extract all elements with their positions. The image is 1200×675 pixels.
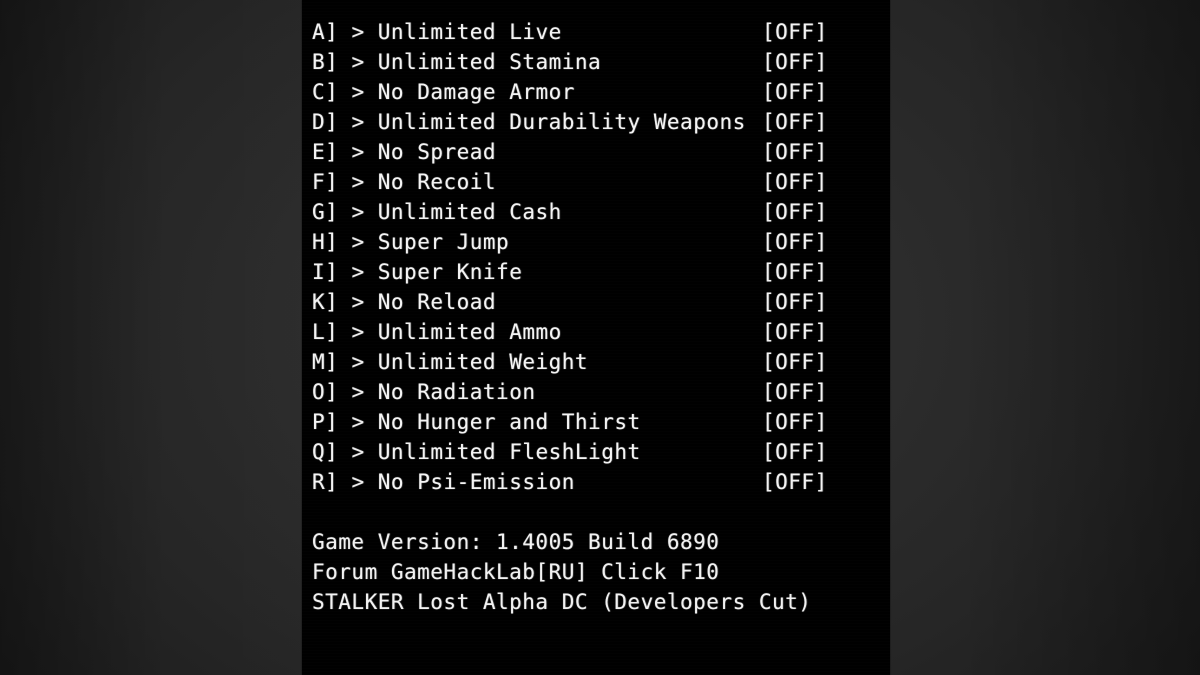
desktop-backdrop: A] > Unlimited Live [OFF] B] > Unlimited S… [0,0,1200,675]
cheat-row[interactable]: H] > Super Jump [OFF] [312,227,890,257]
cheat-label: No Reload [377,290,497,314]
cheat-hotkey: O] [312,380,339,404]
chevron-right-icon: > [351,110,365,134]
cheat-row[interactable]: O] > No Radiation [OFF] [312,377,890,407]
cheat-label: Unlimited Durability Weapons [377,110,746,134]
cheat-row[interactable]: L] > Unlimited Ammo [OFF] [312,317,890,347]
chevron-right-icon: > [351,170,365,194]
cheat-hotkey: L] [312,320,339,344]
cheat-row[interactable]: B] > Unlimited Stamina [OFF] [312,47,890,77]
cheat-list: A] > Unlimited Live [OFF] B] > Unlimited S… [312,17,890,497]
cheat-status-badge[interactable]: [OFF] [762,377,828,407]
cheat-status-badge[interactable]: [OFF] [762,257,828,287]
cheat-row[interactable]: K] > No Reload [OFF] [312,287,890,317]
cheat-hotkey: C] [312,80,339,104]
cheat-status-badge[interactable]: [OFF] [762,467,828,497]
cheat-status-badge[interactable]: [OFF] [762,17,828,47]
cheat-label: No Damage Armor [377,80,575,104]
cheat-row[interactable]: F] > No Recoil [OFF] [312,167,890,197]
cheat-label: Unlimited Weight [377,350,589,374]
cheat-row[interactable]: R] > No Psi-Emission [OFF] [312,467,890,497]
chevron-right-icon: > [351,410,365,434]
cheat-hotkey: M] [312,350,339,374]
cheat-hotkey: K] [312,290,339,314]
cheat-hotkey: B] [312,50,339,74]
cheat-label: No Hunger and Thirst [377,410,641,434]
cheat-label: Super Knife [377,260,523,284]
cheat-status-badge[interactable]: [OFF] [762,227,828,257]
cheat-label: No Spread [377,140,497,164]
cheat-hotkey: H] [312,230,339,254]
chevron-right-icon: > [351,260,365,284]
list-footer-separator [312,497,890,527]
forum-credit-text: Forum GameHackLab[RU] Click F10 [312,560,720,584]
chevron-right-icon: > [351,20,365,44]
cheat-label: Unlimited Stamina [377,50,602,74]
cheat-row[interactable]: Q] > Unlimited FleshLight [OFF] [312,437,890,467]
cheat-label: Unlimited Cash [377,200,562,224]
cheat-status-badge[interactable]: [OFF] [762,287,828,317]
cheat-label: Unlimited FleshLight [377,440,641,464]
cheat-status-badge[interactable]: [OFF] [762,347,828,377]
cheat-status-badge[interactable]: [OFF] [762,317,828,347]
chevron-right-icon: > [351,200,365,224]
game-title-text: STALKER Lost Alpha DC (Developers Cut) [312,590,812,614]
cheat-label: Unlimited Live [377,20,562,44]
chevron-right-icon: > [351,290,365,314]
cheat-status-badge[interactable]: [OFF] [762,137,828,167]
cheat-row[interactable]: M] > Unlimited Weight [OFF] [312,347,890,377]
chevron-right-icon: > [351,470,365,494]
cheat-status-badge[interactable]: [OFF] [762,167,828,197]
cheat-label: No Radiation [377,380,536,404]
cheat-status-badge[interactable]: [OFF] [762,437,828,467]
chevron-right-icon: > [351,440,365,464]
cheat-hotkey: G] [312,200,339,224]
cheat-row[interactable]: I] > Super Knife [OFF] [312,257,890,287]
trainer-console-content: A] > Unlimited Live [OFF] B] > Unlimited S… [302,0,890,617]
cheat-label: Unlimited Ammo [377,320,562,344]
cheat-hotkey: P] [312,410,339,434]
chevron-right-icon: > [351,80,365,104]
cheat-hotkey: E] [312,140,339,164]
cheat-row[interactable]: D] > Unlimited Durability Weapons [OFF] [312,107,890,137]
cheat-status-badge[interactable]: [OFF] [762,77,828,107]
cheat-label: Super Jump [377,230,510,254]
cheat-label: No Recoil [377,170,497,194]
cheat-status-badge[interactable]: [OFF] [762,407,828,437]
cheat-row[interactable]: A] > Unlimited Live [OFF] [312,17,890,47]
cheat-label: No Psi-Emission [377,470,575,494]
chevron-right-icon: > [351,350,365,374]
chevron-right-icon: > [351,140,365,164]
chevron-right-icon: > [351,320,365,344]
cheat-status-badge[interactable]: [OFF] [762,197,828,227]
cheat-status-badge[interactable]: [OFF] [762,107,828,137]
game-version-text: Game Version: 1.4005 Build 6890 [312,530,720,554]
cheat-row[interactable]: C] > No Damage Armor [OFF] [312,77,890,107]
cheat-row[interactable]: P] > No Hunger and Thirst [OFF] [312,407,890,437]
cheat-hotkey: Q] [312,440,339,464]
cheat-hotkey: F] [312,170,339,194]
cheat-hotkey: I] [312,260,339,284]
chevron-right-icon: > [351,380,365,404]
chevron-right-icon: > [351,230,365,254]
chevron-right-icon: > [351,50,365,74]
cheat-hotkey: D] [312,110,339,134]
cheat-row[interactable]: G] > Unlimited Cash [OFF] [312,197,890,227]
trainer-console-panel: A] > Unlimited Live [OFF] B] > Unlimited S… [302,0,890,675]
cheat-hotkey: A] [312,20,339,44]
cheat-row[interactable]: E] > No Spread [OFF] [312,137,890,167]
cheat-status-badge[interactable]: [OFF] [762,47,828,77]
cheat-hotkey: R] [312,470,339,494]
